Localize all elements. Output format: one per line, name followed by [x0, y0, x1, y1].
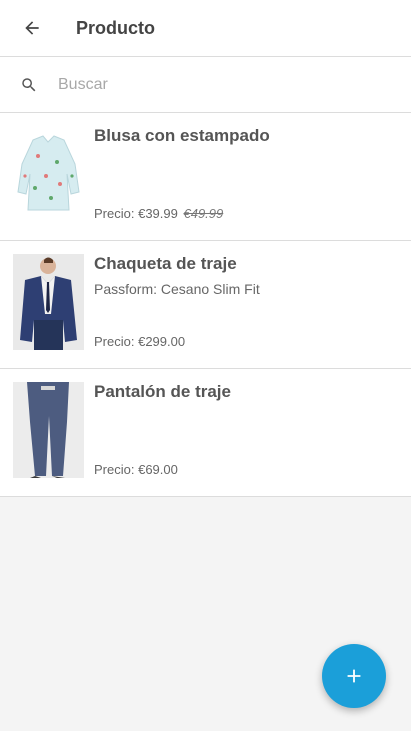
price-label: Precio:	[94, 462, 135, 477]
page-title: Producto	[76, 17, 155, 38]
product-item-blouse[interactable]: Blusa con estampado Precio: €39.99 €49.9…	[0, 113, 411, 241]
price-value: €69.00	[138, 462, 178, 477]
back-button[interactable]	[12, 8, 52, 48]
price-value: €299.00	[138, 334, 186, 349]
price-label: Precio:	[94, 206, 135, 221]
product-subtitle: Passform: Cesano Slim Fit	[94, 281, 260, 297]
product-image-blouse	[13, 126, 84, 222]
product-title: Chaqueta de traje	[94, 254, 237, 273]
old-price: €49.99	[183, 206, 224, 221]
price-label: Precio:	[94, 334, 135, 349]
product-price: Precio: €299.00	[94, 334, 185, 349]
product-price: Precio: €69.00	[94, 462, 178, 477]
product-image-trousers	[13, 382, 84, 478]
product-price: Precio: €39.99 €49.99	[94, 206, 223, 221]
product-image-jacket	[13, 254, 84, 350]
product-list: Blusa con estampado Precio: €39.99 €49.9…	[0, 113, 411, 497]
price-value: €39.99	[138, 206, 178, 221]
app-bar: Producto	[0, 0, 411, 57]
search-input[interactable]	[58, 68, 378, 101]
arrow-left-icon	[25, 21, 39, 35]
product-title: Pantalón de traje	[94, 382, 231, 401]
product-title: Blusa con estampado	[94, 126, 270, 145]
search-icon	[19, 75, 39, 95]
product-item-jacket[interactable]: Chaqueta de traje Passform: Cesano Slim …	[0, 241, 411, 369]
search-bar	[0, 57, 411, 113]
add-product-button[interactable]	[322, 644, 386, 708]
plus-icon	[347, 669, 361, 683]
product-item-trousers[interactable]: Pantalón de traje Precio: €69.00	[0, 369, 411, 497]
